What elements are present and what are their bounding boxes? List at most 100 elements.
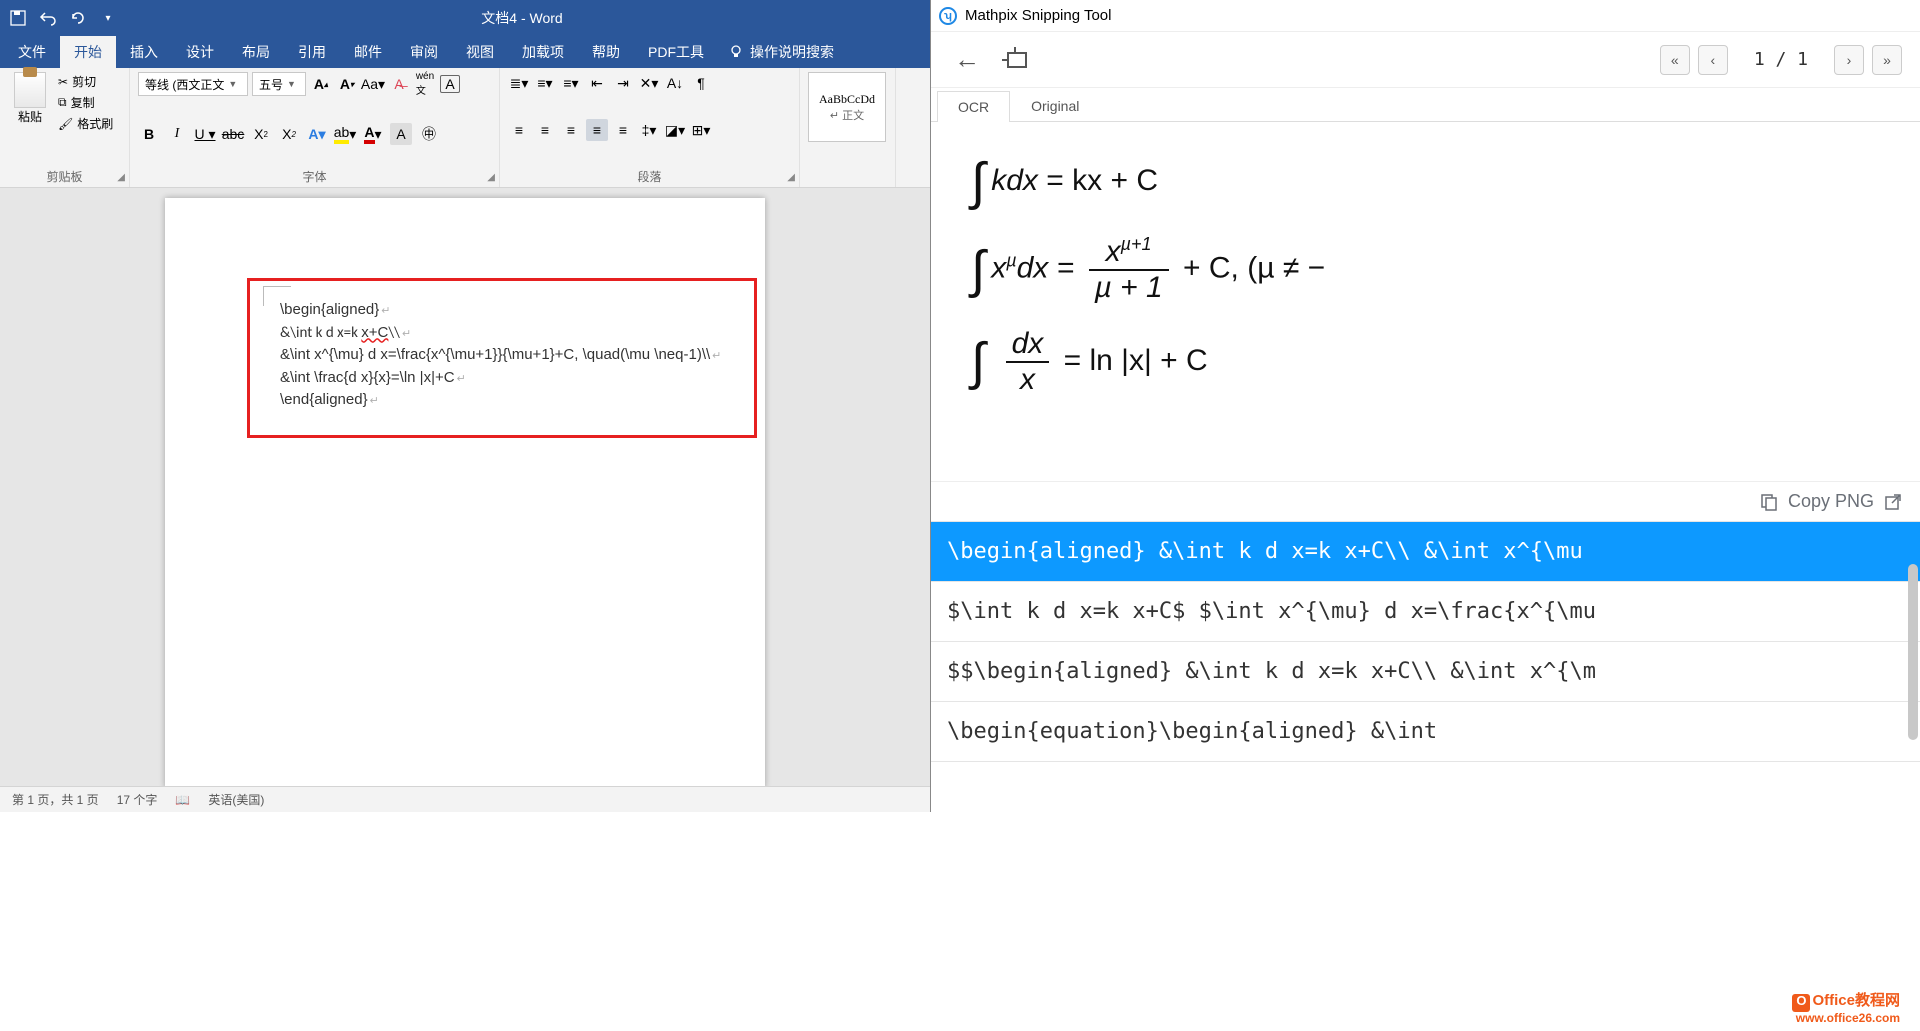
multilevel-icon[interactable]: ≡▾: [560, 72, 582, 94]
shrink-font-icon[interactable]: A▾: [336, 73, 358, 95]
brush-icon: 🖌: [58, 117, 73, 131]
change-case-icon[interactable]: Aa▾: [362, 73, 384, 95]
tab-review[interactable]: 审阅: [396, 36, 452, 68]
borders-icon[interactable]: ⊞▾: [690, 119, 712, 141]
superscript-icon[interactable]: X2: [278, 123, 300, 145]
group-paragraph-label: 段落: [637, 170, 661, 184]
status-words[interactable]: 17 个字: [117, 791, 158, 808]
tab-pdf[interactable]: PDF工具: [634, 36, 718, 68]
distribute-icon[interactable]: ≡: [612, 119, 634, 141]
tab-references[interactable]: 引用: [284, 36, 340, 68]
chevron-down-icon: ▼: [228, 79, 237, 89]
page-last-icon[interactable]: »: [1872, 45, 1902, 75]
font-launcher-icon[interactable]: ◢: [487, 172, 495, 183]
tab-ocr[interactable]: OCR: [937, 91, 1010, 122]
align-left-icon[interactable]: ≡: [508, 119, 530, 141]
doc-line[interactable]: &\int x^{\mu} d x=\frac{x^{\mu+1}}{\mu+1…: [280, 344, 740, 367]
tab-help[interactable]: 帮助: [578, 36, 634, 68]
shading-icon[interactable]: ◪▾: [664, 119, 686, 141]
font-name-value: 等线 (西文正文: [145, 76, 224, 93]
mathpix-tabs: OCR Original: [931, 88, 1920, 122]
style-name: ↵ 正文: [830, 107, 864, 123]
asian-layout-icon[interactable]: ✕▾: [638, 72, 660, 94]
font-color-icon[interactable]: A▾: [362, 123, 384, 145]
show-marks-icon[interactable]: ¶: [690, 72, 712, 94]
doc-line[interactable]: \begin{aligned}↵: [280, 299, 740, 322]
copy-png-label: Copy PNG: [1788, 491, 1874, 512]
copy-button[interactable]: ⧉复制: [56, 93, 115, 112]
style-normal[interactable]: AaBbCcDd ↵ 正文: [808, 72, 886, 142]
doc-line[interactable]: &\int \frac{d x}{x}=\ln |x|+C↵: [280, 367, 740, 390]
page-first-icon[interactable]: «: [1660, 45, 1690, 75]
spellcheck-icon[interactable]: 📖: [175, 793, 190, 807]
paragraph-launcher-icon[interactable]: ◢: [787, 172, 795, 183]
cut-button[interactable]: ✂剪切: [56, 72, 115, 91]
back-icon[interactable]: ←: [949, 42, 985, 78]
paste-label: 粘贴: [18, 108, 42, 125]
equation-3: ∫ dxx = ln |x| + C: [971, 327, 1880, 397]
tab-home[interactable]: 开始: [60, 36, 116, 68]
char-border-icon[interactable]: A: [440, 75, 460, 93]
document-area[interactable]: \begin{aligned}↵ &\int k d x=k x+C\\↵ &\…: [0, 188, 930, 812]
highlight-icon[interactable]: ab▾: [334, 123, 356, 145]
undo-icon[interactable]: [36, 6, 60, 30]
tab-view[interactable]: 视图: [452, 36, 508, 68]
paste-button[interactable]: 粘贴: [8, 72, 52, 133]
clipboard-launcher-icon[interactable]: ◢: [117, 172, 125, 183]
ribbon: 粘贴 ✂剪切 ⧉复制 🖌格式刷 剪贴板◢ 等线 (西文正文▼ 五号▼ A▴ A▾…: [0, 68, 930, 188]
strike-icon[interactable]: abc: [222, 123, 244, 145]
indent-dec-icon[interactable]: ⇤: [586, 72, 608, 94]
italic-icon[interactable]: I: [166, 123, 188, 145]
tell-me[interactable]: 操作说明搜索: [718, 36, 844, 68]
format-painter-button[interactable]: 🖌格式刷: [56, 114, 115, 133]
tab-file[interactable]: 文件: [4, 36, 60, 68]
grow-font-icon[interactable]: A▴: [310, 73, 332, 95]
tab-insert[interactable]: 插入: [116, 36, 172, 68]
results-list: \begin{aligned} &\int k d x=k x+C\\ &\in…: [931, 522, 1920, 812]
page-prev-icon[interactable]: ‹: [1698, 45, 1728, 75]
char-shading-icon[interactable]: A: [390, 123, 412, 145]
line-spacing-icon[interactable]: ‡▾: [638, 119, 660, 141]
sort-icon[interactable]: A↓: [664, 72, 686, 94]
customize-qat-icon[interactable]: ▾: [96, 6, 120, 30]
indent-inc-icon[interactable]: ⇥: [612, 72, 634, 94]
open-external-icon[interactable]: [1884, 493, 1902, 511]
pager: « ‹ 1 / 1 › »: [1660, 45, 1902, 75]
save-icon[interactable]: [6, 6, 30, 30]
numbering-icon[interactable]: ≡▾: [534, 72, 556, 94]
scrollbar[interactable]: [1908, 564, 1918, 740]
status-bar: 第 1 页，共 1 页 17 个字 📖 英语(美国): [0, 786, 930, 812]
doc-line[interactable]: \end{aligned}↵: [280, 389, 740, 412]
subscript-icon[interactable]: X2: [250, 123, 272, 145]
status-page[interactable]: 第 1 页，共 1 页: [12, 791, 99, 808]
status-language[interactable]: 英语(美国): [208, 791, 264, 808]
phonetic-icon[interactable]: wén文: [414, 73, 436, 95]
font-size-combo[interactable]: 五号▼: [252, 72, 306, 96]
tab-mailings[interactable]: 邮件: [340, 36, 396, 68]
redo-icon[interactable]: [66, 6, 90, 30]
bullets-icon[interactable]: ≣▾: [508, 72, 530, 94]
snip-icon[interactable]: [999, 42, 1035, 78]
result-row[interactable]: \begin{aligned} &\int k d x=k x+C\\ &\in…: [931, 522, 1920, 582]
enclose-char-icon[interactable]: ㊥: [418, 123, 440, 145]
tab-addins[interactable]: 加载项: [508, 36, 578, 68]
text-effects-icon[interactable]: A▾: [306, 123, 328, 145]
clear-format-icon[interactable]: A̶: [388, 73, 410, 95]
doc-line[interactable]: &\int k d x=k x+C\\↵: [280, 322, 740, 345]
bold-icon[interactable]: B: [138, 123, 160, 145]
tab-layout[interactable]: 布局: [228, 36, 284, 68]
align-center-icon[interactable]: ≡: [534, 119, 556, 141]
underline-icon[interactable]: U ▾: [194, 123, 216, 145]
copy-png-button[interactable]: Copy PNG: [931, 482, 1920, 522]
result-row[interactable]: $\int k d x=k x+C$ $\int x^{\mu} d x=\fr…: [931, 582, 1920, 642]
page-next-icon[interactable]: ›: [1834, 45, 1864, 75]
align-justify-icon[interactable]: ≡: [586, 119, 608, 141]
align-right-icon[interactable]: ≡: [560, 119, 582, 141]
tab-design[interactable]: 设计: [172, 36, 228, 68]
result-row[interactable]: \begin{equation}\begin{aligned} &\int: [931, 702, 1920, 762]
font-name-combo[interactable]: 等线 (西文正文 ▼: [138, 72, 248, 96]
chevron-down-icon: ▼: [287, 79, 296, 89]
result-row[interactable]: $$\begin{aligned} &\int k d x=k x+C\\ &\…: [931, 642, 1920, 702]
tab-original[interactable]: Original: [1010, 90, 1100, 121]
word-titlebar: ▾ 文档4 - Word: [0, 0, 930, 36]
